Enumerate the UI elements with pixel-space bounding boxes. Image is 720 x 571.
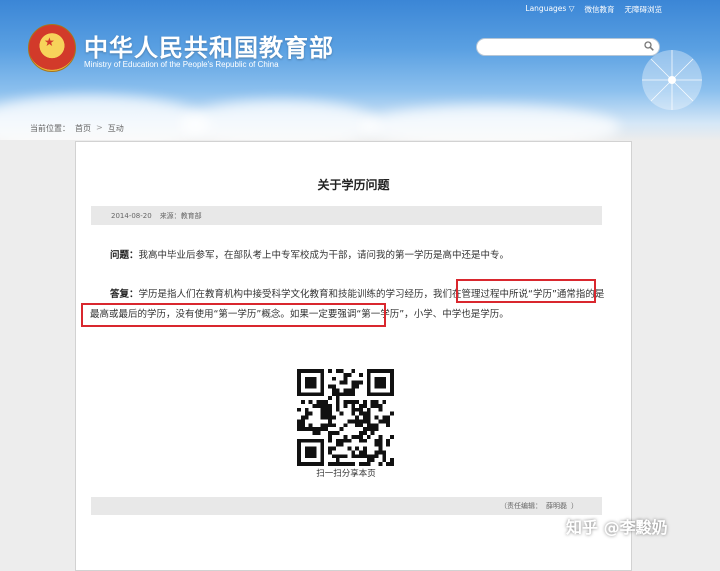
- site-header: Languages ▽ 微信教育 无障碍浏览 ★ 中华人民共和国教育部 Mini…: [0, 0, 720, 140]
- article-title: 关于学历问题: [317, 178, 390, 192]
- languages-link[interactable]: Languages ▽: [525, 4, 574, 15]
- question-text: 我高中毕业后参军，在部队考上中专军校成为干部，请问我的第一学历是高中还是中专。: [138, 250, 510, 261]
- breadcrumb-home[interactable]: 首页: [75, 123, 91, 134]
- site-subtitle: Ministry of Education of the People's Re…: [84, 60, 279, 69]
- breadcrumb-section[interactable]: 互动: [108, 123, 124, 134]
- editor-bar: （责任编辑： 薛明磊 ）: [91, 497, 602, 515]
- zhihu-watermark: 知乎 @李黢奶: [566, 518, 668, 537]
- editor-close: ）: [571, 502, 578, 510]
- article-date: 2014-08-20: [111, 211, 152, 220]
- search-input[interactable]: [485, 43, 649, 59]
- source-value: 教育部: [180, 211, 202, 220]
- question-paragraph: 问题：我高中毕业后参军，在部队考上中专军校成为干部，请问我的第一学历是高中还是中…: [90, 246, 605, 266]
- cloud-decoration: [180, 100, 380, 140]
- chevron-down-icon: ▽: [568, 4, 575, 13]
- cloud-decoration: [360, 105, 620, 140]
- question-label: 问题：: [110, 250, 139, 261]
- accessibility-link[interactable]: 无障碍浏览: [625, 4, 663, 15]
- editor-name: 薛明磊: [546, 502, 567, 510]
- answer-label: 答复：: [110, 289, 139, 300]
- breadcrumb: 当前位置： 首页 > 互动: [30, 123, 124, 134]
- site-title: 中华人民共和国教育部: [84, 33, 334, 62]
- qr-caption: 扫一扫分享本页: [316, 469, 376, 479]
- article-source: 来源：教育部: [160, 211, 202, 221]
- breadcrumb-separator: >: [96, 123, 103, 132]
- article-panel: 关于学历问题 2014-08-20 来源：教育部 问题：我高中毕业后参军，在部队…: [75, 141, 632, 571]
- source-label: 来源：: [159, 211, 181, 220]
- top-nav: Languages ▽ 微信教育 无障碍浏览: [525, 4, 662, 15]
- article-meta: 2014-08-20 来源：教育部: [91, 206, 602, 225]
- editor-label: （责任编辑：: [500, 502, 542, 510]
- languages-label: Languages: [525, 4, 567, 13]
- dandelion-decoration: [642, 50, 702, 110]
- national-emblem-icon: ★: [28, 24, 76, 72]
- qr-code: [297, 369, 394, 466]
- mobile-link[interactable]: 微信教育: [585, 4, 615, 15]
- highlight-box: [81, 303, 386, 327]
- breadcrumb-prefix: 当前位置：: [30, 124, 70, 133]
- highlight-box: [456, 279, 596, 303]
